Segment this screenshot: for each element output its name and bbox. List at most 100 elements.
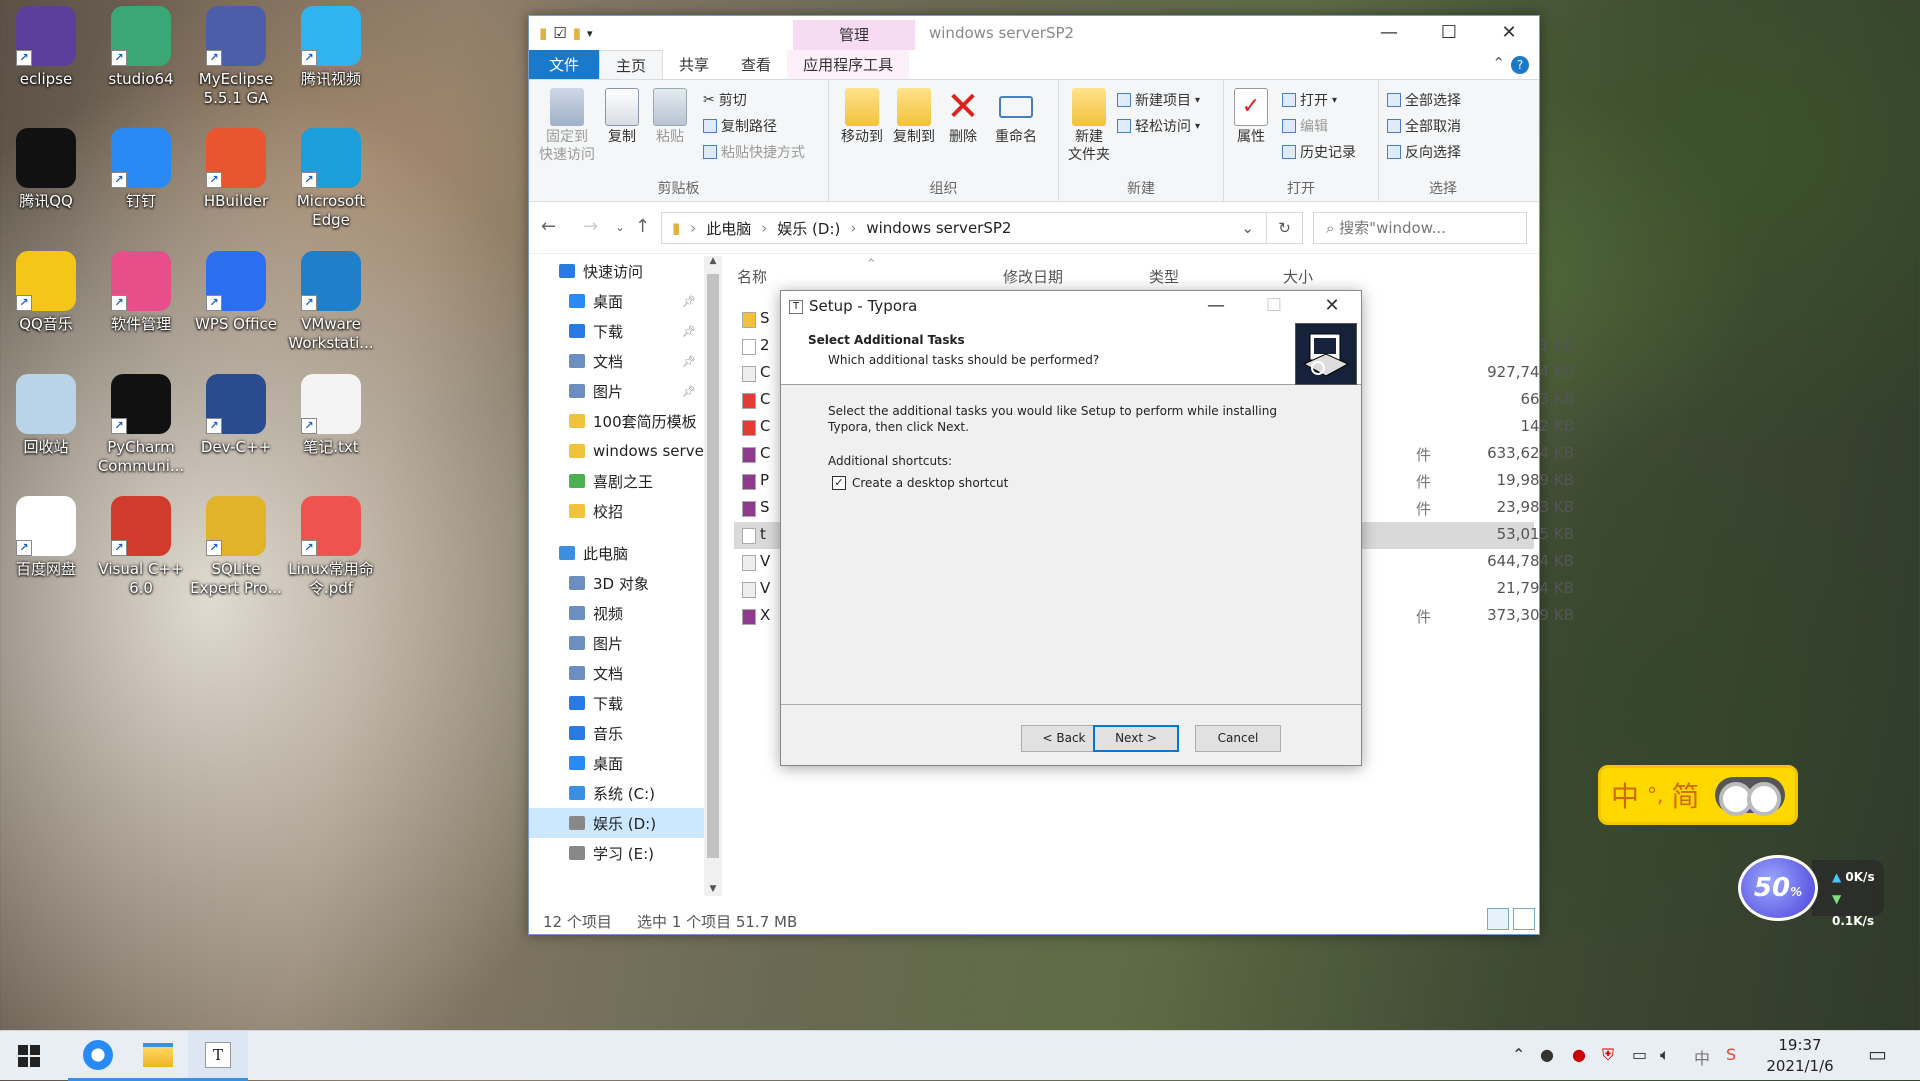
nav-item[interactable]: 桌面 📌︎ bbox=[529, 286, 704, 316]
checkbox-label[interactable]: Create a desktop shortcut bbox=[852, 476, 1008, 490]
back-arrow-icon[interactable]: ← bbox=[541, 216, 556, 237]
move-to-button[interactable]: 移动到 bbox=[837, 88, 887, 146]
properties-button[interactable]: ✓ 属性 bbox=[1230, 88, 1272, 146]
start-button[interactable] bbox=[0, 1031, 58, 1081]
minimize-button[interactable]: — bbox=[1187, 291, 1245, 323]
collapse-ribbon-icon[interactable]: ⌃ bbox=[1492, 54, 1505, 72]
column-type[interactable]: 类型 bbox=[1149, 266, 1179, 287]
nav-item[interactable]: 快速访问 bbox=[529, 256, 704, 286]
tab-home[interactable]: 主页 bbox=[599, 50, 664, 79]
close-button[interactable]: ✕ bbox=[1479, 16, 1539, 50]
desktop-icon[interactable]: ↗ PyCharm Communi... bbox=[95, 374, 187, 476]
ime-mode[interactable]: 中 bbox=[1611, 775, 1639, 815]
taskbar-app-typora-setup[interactable]: T bbox=[188, 1031, 248, 1081]
desktop-icon[interactable]: ↗ 软件管理 bbox=[95, 251, 187, 334]
nav-item[interactable]: 喜剧之王 bbox=[529, 466, 704, 496]
nav-item[interactable]: 此电脑 bbox=[529, 538, 704, 568]
nav-item[interactable]: 视频 bbox=[529, 598, 704, 628]
address-path[interactable]: ▮ › 此电脑 › 娱乐 (D:) › windows serverSP2 ⌄ bbox=[661, 212, 1267, 244]
desktop-icon[interactable]: ↗ Visual C++ 6.0 bbox=[95, 496, 187, 598]
system-clock[interactable]: 19:37 2021/1/6 bbox=[1760, 1035, 1840, 1077]
minimize-button[interactable]: — bbox=[1359, 16, 1419, 50]
nav-item[interactable]: 桌面 bbox=[529, 748, 704, 778]
taskbar-app-explorer[interactable] bbox=[128, 1031, 188, 1081]
scroll-up-icon[interactable]: ▲ bbox=[704, 256, 722, 266]
new-folder-button[interactable]: 新建 文件夹 bbox=[1065, 88, 1113, 164]
navigation-scrollbar[interactable]: ▲ ▼ bbox=[704, 256, 722, 896]
folder-icon[interactable]: ▮ bbox=[539, 24, 547, 42]
up-arrow-icon[interactable]: ↑ bbox=[635, 216, 650, 237]
nav-item[interactable]: 下载 📌︎ bbox=[529, 316, 704, 346]
desktop-icon[interactable]: ↗ MyEclipse 5.5.1 GA bbox=[190, 6, 282, 108]
new-folder-quick-icon[interactable]: ▮ bbox=[573, 24, 581, 42]
desktop-icon[interactable]: ↗ WPS Office bbox=[190, 251, 282, 334]
battery-icon[interactable]: ▭ bbox=[1632, 1045, 1647, 1064]
notification-center-icon[interactable]: ▭ bbox=[1868, 1042, 1887, 1066]
input-language[interactable]: 中 bbox=[1694, 1045, 1710, 1069]
paste-button[interactable]: 粘贴 bbox=[649, 88, 691, 146]
delete-button[interactable]: ✕ 删除 bbox=[943, 87, 983, 146]
taskbar-app-browser[interactable] bbox=[68, 1031, 128, 1081]
maximize-button[interactable]: ☐ bbox=[1419, 16, 1479, 50]
recent-locations-icon[interactable]: ⌄ bbox=[615, 220, 625, 234]
qq-tray-icon[interactable]: ● bbox=[1540, 1045, 1554, 1064]
search-input[interactable]: ⌕ 搜索"window... bbox=[1313, 212, 1527, 244]
desktop-icon[interactable]: ↗ 腾讯视频 bbox=[285, 6, 377, 89]
column-size[interactable]: 大小 bbox=[1283, 266, 1313, 287]
tab-file[interactable]: 文件 bbox=[529, 50, 600, 79]
nav-item[interactable]: 图片 📌︎ bbox=[529, 376, 704, 406]
next-button[interactable]: Next > bbox=[1093, 725, 1179, 752]
desktop-icon[interactable]: ↗ QQ音乐 bbox=[0, 251, 92, 334]
nav-item[interactable]: windows serve bbox=[529, 436, 704, 466]
nav-item[interactable]: 100套简历模板 bbox=[529, 406, 704, 436]
nav-item[interactable]: 图片 bbox=[529, 628, 704, 658]
desktop-icon[interactable]: ↗ studio64 bbox=[95, 6, 187, 89]
desktop-icon[interactable]: ↗ 笔记.txt bbox=[285, 374, 377, 457]
scrollbar-thumb[interactable] bbox=[707, 274, 719, 858]
checkbox-checked-icon[interactable]: ✓ bbox=[832, 476, 846, 490]
sogou-ime-icon[interactable]: S bbox=[1726, 1045, 1736, 1064]
tab-view[interactable]: 查看 bbox=[725, 50, 787, 79]
column-name[interactable]: 名称 bbox=[737, 266, 767, 287]
copy-to-button[interactable]: 复制到 bbox=[889, 88, 939, 146]
desktop-icon[interactable]: ↗ Linux常用命令.pdf bbox=[285, 496, 377, 598]
nav-item[interactable]: 3D 对象 bbox=[529, 568, 704, 598]
cut-button[interactable]: ✂ 剪切 bbox=[703, 90, 747, 110]
memory-speed-ball[interactable]: 50% bbox=[1738, 855, 1818, 921]
nav-item[interactable]: 娱乐 (D:) bbox=[529, 808, 704, 838]
select-none-button[interactable]: 全部取消 bbox=[1387, 116, 1461, 136]
copy-path-button[interactable]: 复制路径 bbox=[703, 116, 777, 136]
nav-item[interactable]: 音乐 bbox=[529, 718, 704, 748]
ime-simplified[interactable]: 简 bbox=[1671, 775, 1699, 815]
easy-access-button[interactable]: 轻松访问 ▾ bbox=[1117, 116, 1200, 136]
nav-item[interactable]: 系统 (C:) bbox=[529, 778, 704, 808]
nav-item[interactable]: 学习 (E:) bbox=[529, 838, 704, 868]
desktop-icon[interactable]: ↗ Dev-C++ bbox=[190, 374, 282, 457]
desktop-icon[interactable]: ↗ eclipse bbox=[0, 6, 92, 89]
history-button[interactable]: 历史记录 bbox=[1282, 142, 1356, 162]
desktop-icon[interactable]: ↗ 百度网盘 bbox=[0, 496, 92, 579]
column-date[interactable]: 修改日期 bbox=[1003, 266, 1063, 287]
nav-item[interactable]: 文档 📌︎ bbox=[529, 346, 704, 376]
edit-button[interactable]: 编辑 bbox=[1282, 116, 1328, 136]
large-icons-view-icon[interactable] bbox=[1513, 908, 1535, 930]
breadcrumb-item[interactable]: 此电脑 bbox=[706, 218, 751, 239]
customize-toolbar-icon[interactable]: ▾ bbox=[587, 27, 593, 40]
help-icon[interactable]: ? bbox=[1511, 56, 1529, 74]
copy-button[interactable]: 复制 bbox=[601, 88, 643, 146]
paste-shortcut-button[interactable]: 粘贴快捷方式 bbox=[703, 142, 805, 162]
open-button[interactable]: 打开 ▾ bbox=[1282, 90, 1337, 110]
properties-quick-icon[interactable]: ☑ bbox=[553, 24, 566, 42]
forward-arrow-icon[interactable]: → bbox=[583, 216, 598, 237]
ime-punctuation[interactable]: °, bbox=[1647, 783, 1663, 807]
cancel-button[interactable]: Cancel bbox=[1195, 725, 1281, 752]
breadcrumb-item[interactable]: windows serverSP2 bbox=[866, 219, 1011, 237]
scroll-down-icon[interactable]: ▼ bbox=[704, 884, 722, 894]
desktop-icon[interactable]: 腾讯QQ bbox=[0, 128, 92, 211]
select-all-button[interactable]: 全部选择 bbox=[1387, 90, 1461, 110]
refresh-icon[interactable]: ↻ bbox=[1267, 212, 1303, 244]
pin-quick-access-button[interactable]: 固定到 快速访问 bbox=[539, 88, 595, 164]
desktop-icon[interactable]: ↗ HBuilder bbox=[190, 128, 282, 211]
breadcrumb-item[interactable]: 娱乐 (D:) bbox=[777, 218, 840, 239]
desktop-icon[interactable]: ↗ 钉钉 bbox=[95, 128, 187, 211]
